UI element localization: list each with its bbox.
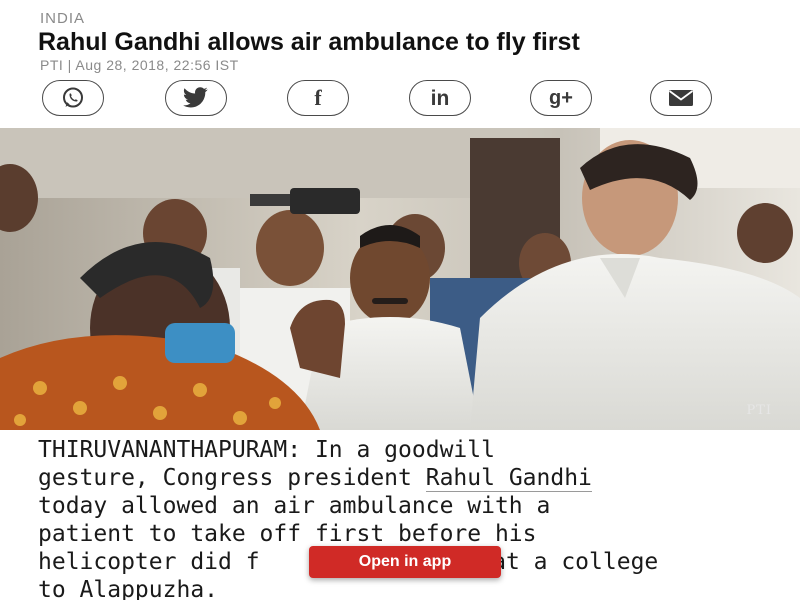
email-icon bbox=[668, 90, 694, 106]
body-text-fragment: gesture, Congress president bbox=[38, 465, 426, 491]
email-share-button[interactable] bbox=[650, 80, 712, 116]
article-byline: PTI | Aug 28, 2018, 22:56 IST bbox=[40, 57, 239, 73]
article-headline: Rahul Gandhi allows air ambulance to fly… bbox=[38, 28, 580, 56]
section-label[interactable]: INDIA bbox=[40, 10, 85, 27]
photo-credit: PTI bbox=[746, 403, 772, 418]
linkedin-share-button[interactable]: in bbox=[409, 80, 471, 116]
body-line: today allowed an air ambulance with a bbox=[38, 493, 551, 519]
google-plus-share-button[interactable]: g+ bbox=[530, 80, 592, 116]
body-text-fragment: helicopter did f bbox=[38, 549, 260, 575]
open-in-app-button[interactable]: Open in app bbox=[309, 546, 501, 578]
body-line: THIRUVANANTHAPURAM: In a goodwill bbox=[38, 437, 495, 463]
body-line: gesture, Congress president Rahul Gandhi bbox=[38, 464, 778, 492]
body-line: to Alappuzha. bbox=[38, 577, 219, 600]
facebook-icon: f bbox=[314, 85, 322, 110]
whatsapp-icon bbox=[63, 87, 83, 108]
twitter-share-button[interactable] bbox=[165, 80, 227, 116]
whatsapp-share-button[interactable] bbox=[42, 80, 104, 116]
share-bar: f in g+ bbox=[0, 78, 800, 118]
article-photo: PTI bbox=[0, 128, 800, 430]
facebook-share-button[interactable]: f bbox=[287, 80, 349, 116]
rahul-gandhi-link[interactable]: Rahul Gandhi bbox=[425, 465, 592, 492]
linkedin-icon: in bbox=[430, 86, 450, 110]
body-line: patient to take off first before his bbox=[38, 521, 537, 547]
twitter-icon bbox=[183, 87, 208, 108]
google-plus-icon: g+ bbox=[549, 87, 573, 109]
